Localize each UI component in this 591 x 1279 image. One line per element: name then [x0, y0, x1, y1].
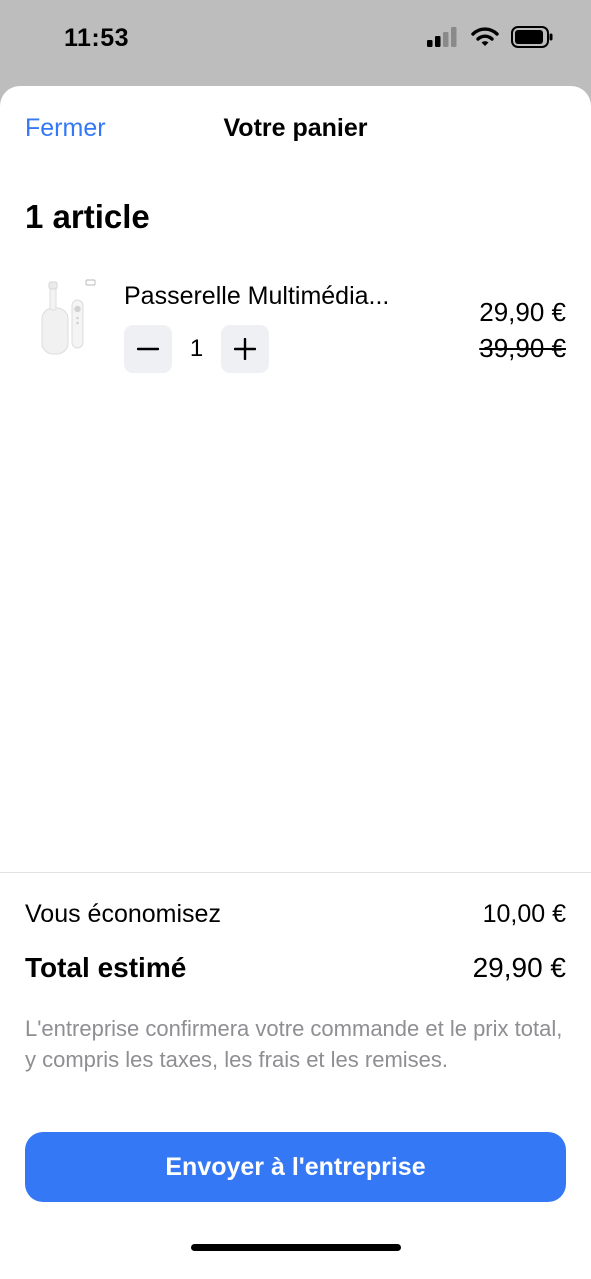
item-count-heading: 1 article	[25, 198, 150, 235]
savings-label: Vous économisez	[25, 900, 221, 928]
cellular-signal-icon	[427, 27, 457, 47]
cart-sheet: Votre panier Fermer 1 article Passerelle…	[0, 86, 591, 1279]
status-bar: 11:53	[0, 0, 591, 86]
home-indicator	[191, 1244, 401, 1251]
cart-item: Passerelle Multimédia... 1 29,90 € 39,90…	[0, 276, 591, 386]
nav-bar: Votre panier Fermer	[0, 86, 591, 172]
minus-icon	[137, 347, 159, 351]
current-price: 29,90 €	[479, 297, 566, 327]
total-row: Total estimé 29,90 €	[25, 952, 566, 984]
decrease-quantity-button[interactable]	[124, 325, 172, 373]
product-name[interactable]: Passerelle Multimédia...	[124, 282, 389, 311]
total-label: Total estimé	[25, 952, 187, 983]
price-block: 29,90 € 39,90 €	[479, 294, 566, 366]
increase-quantity-button[interactable]	[221, 325, 269, 373]
send-to-business-button[interactable]: Envoyer à l'entreprise	[25, 1132, 566, 1202]
total-value: 29,90 €	[472, 952, 566, 983]
summary-divider	[0, 872, 591, 873]
quantity-value: 1	[189, 335, 204, 362]
close-button[interactable]: Fermer	[25, 114, 106, 143]
savings-value: 10,00 €	[482, 900, 566, 928]
confirmation-note: L'entreprise confirmera votre commande e…	[25, 1016, 563, 1072]
status-time: 11:53	[64, 24, 130, 52]
wifi-icon	[471, 27, 499, 46]
status-icons	[427, 26, 553, 48]
original-price: 39,90 €	[479, 333, 566, 363]
savings-row: Vous économisez 10,00 €	[25, 900, 566, 929]
quantity-stepper: 1	[124, 325, 269, 373]
battery-icon	[511, 26, 553, 48]
plus-icon	[234, 338, 256, 360]
product-thumbnail	[41, 279, 96, 355]
